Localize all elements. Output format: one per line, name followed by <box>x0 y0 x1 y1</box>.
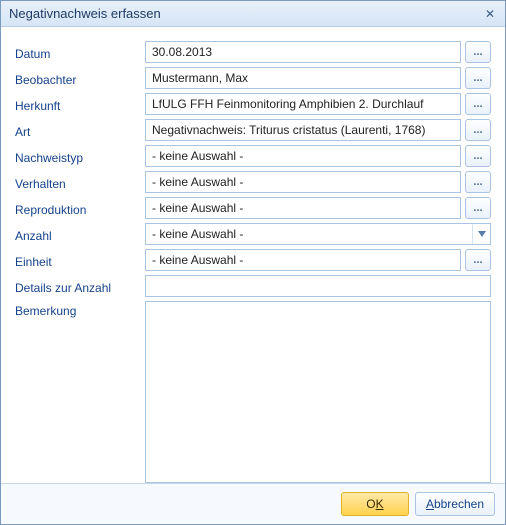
chevron-down-icon <box>472 224 490 244</box>
details-field[interactable] <box>145 275 491 297</box>
label-reproduktion: Reproduktion <box>15 200 145 217</box>
label-herkunft: Herkunft <box>15 96 145 113</box>
reproduktion-lookup-button[interactable]: ... <box>465 197 491 219</box>
anzahl-combo-value: - keine Auswahl - <box>152 227 243 241</box>
label-datum: Datum <box>15 44 145 61</box>
ok-button[interactable]: OK <box>341 492 409 516</box>
label-einheit: Einheit <box>15 252 145 269</box>
reproduktion-field[interactable] <box>145 197 461 219</box>
herkunft-field[interactable] <box>145 93 461 115</box>
row-nachweistyp: Nachweistyp ... <box>15 145 491 167</box>
form-content: Datum ... Beobachter ... Herkunft ... Ar… <box>1 27 505 483</box>
einheit-field[interactable] <box>145 249 461 271</box>
label-anzahl: Anzahl <box>15 226 145 243</box>
anzahl-combo[interactable]: - keine Auswahl - <box>145 223 491 245</box>
art-lookup-button[interactable]: ... <box>465 119 491 141</box>
verhalten-field[interactable] <box>145 171 461 193</box>
einheit-lookup-button[interactable]: ... <box>465 249 491 271</box>
row-einheit: Einheit ... <box>15 249 491 271</box>
label-art: Art <box>15 122 145 139</box>
dialog-footer: OK Abbrechen <box>1 483 505 524</box>
row-beobachter: Beobachter ... <box>15 67 491 89</box>
label-beobachter: Beobachter <box>15 70 145 87</box>
label-nachweistyp: Nachweistyp <box>15 148 145 165</box>
nachweistyp-field[interactable] <box>145 145 461 167</box>
label-bemerkung: Bemerkung <box>15 301 145 318</box>
row-art: Art ... <box>15 119 491 141</box>
art-field[interactable] <box>145 119 461 141</box>
row-datum: Datum ... <box>15 41 491 63</box>
row-verhalten: Verhalten ... <box>15 171 491 193</box>
row-anzahl: Anzahl - keine Auswahl - <box>15 223 491 245</box>
datum-lookup-button[interactable]: ... <box>465 41 491 63</box>
row-details: Details zur Anzahl <box>15 275 491 297</box>
titlebar: Negativnachweis erfassen ✕ <box>1 1 505 27</box>
dialog-window: Negativnachweis erfassen ✕ Datum ... Beo… <box>0 0 506 525</box>
close-button[interactable]: ✕ <box>481 5 499 23</box>
datum-field[interactable] <box>145 41 461 63</box>
label-verhalten: Verhalten <box>15 174 145 191</box>
bemerkung-textarea[interactable] <box>145 301 491 483</box>
label-details: Details zur Anzahl <box>15 278 145 295</box>
beobachter-lookup-button[interactable]: ... <box>465 67 491 89</box>
window-title: Negativnachweis erfassen <box>9 6 481 21</box>
row-reproduktion: Reproduktion ... <box>15 197 491 219</box>
close-icon: ✕ <box>485 8 495 20</box>
nachweistyp-lookup-button[interactable]: ... <box>465 145 491 167</box>
row-herkunft: Herkunft ... <box>15 93 491 115</box>
herkunft-lookup-button[interactable]: ... <box>465 93 491 115</box>
verhalten-lookup-button[interactable]: ... <box>465 171 491 193</box>
cancel-button[interactable]: Abbrechen <box>415 492 495 516</box>
row-bemerkung: Bemerkung <box>15 301 491 483</box>
beobachter-field[interactable] <box>145 67 461 89</box>
